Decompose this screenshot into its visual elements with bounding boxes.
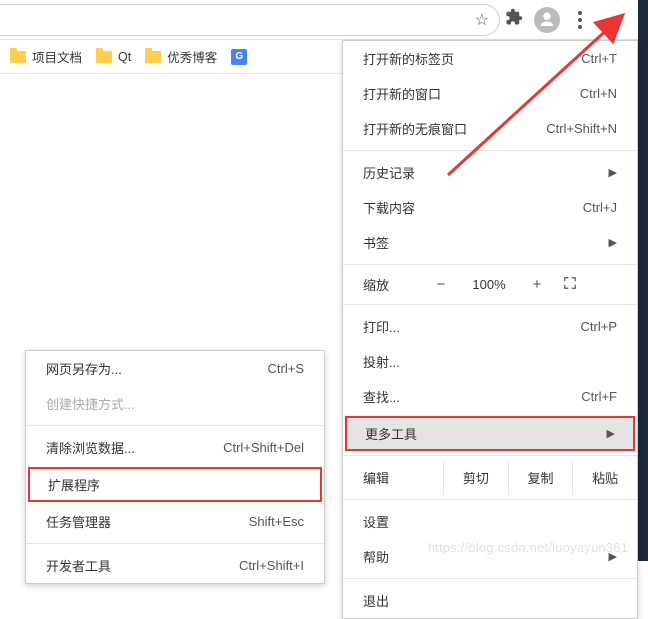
folder-icon xyxy=(96,51,112,63)
menu-label: 创建快捷方式... xyxy=(46,394,135,413)
folder-icon xyxy=(145,51,161,63)
submenu-extensions[interactable]: 扩展程序 xyxy=(28,467,322,502)
menu-shortcut: Ctrl+Shift+N xyxy=(546,121,617,136)
bookmark-label: Qt xyxy=(118,50,131,64)
edit-label: 编辑 xyxy=(343,460,443,495)
menu-label: 更多工具 xyxy=(365,424,417,443)
menu-shortcut: Ctrl+N xyxy=(580,86,617,101)
zoom-in-button[interactable]: + xyxy=(519,276,555,293)
menu-label: 扩展程序 xyxy=(48,475,100,494)
bookmark-folder[interactable]: Qt xyxy=(96,50,131,64)
menu-shortcut: Ctrl+T xyxy=(581,51,617,66)
menu-label: 任务管理器 xyxy=(46,512,111,531)
folder-icon xyxy=(10,51,26,63)
menu-separator xyxy=(343,578,637,579)
zoom-out-button[interactable]: − xyxy=(423,276,459,293)
menu-label: 帮助 xyxy=(363,547,389,566)
menu-shortcut: Ctrl+Shift+I xyxy=(239,558,304,573)
bookmark-label: 项目文档 xyxy=(32,47,82,66)
menu-new-tab[interactable]: 打开新的标签页 Ctrl+T xyxy=(343,41,637,76)
menu-separator xyxy=(343,304,637,305)
menu-zoom-row: 缩放 − 100% + xyxy=(343,269,637,300)
menu-label: 设置 xyxy=(363,512,389,531)
menu-bookmarks[interactable]: 书签 ▶ xyxy=(343,225,637,260)
chevron-right-icon: ▶ xyxy=(609,236,617,249)
menu-label: 开发者工具 xyxy=(46,556,111,575)
menu-shortcut: Shift+Esc xyxy=(249,514,304,529)
menu-label: 网页另存为... xyxy=(46,359,122,378)
menu-edit-row: 编辑 剪切 复制 粘贴 xyxy=(343,460,637,495)
menu-downloads[interactable]: 下载内容 Ctrl+J xyxy=(343,190,637,225)
window-edge xyxy=(638,0,648,561)
menu-label: 打开新的窗口 xyxy=(363,84,441,103)
menu-print[interactable]: 打印... Ctrl+P xyxy=(343,309,637,344)
chevron-right-icon: ▶ xyxy=(607,427,615,440)
menu-button-icon[interactable] xyxy=(566,11,594,29)
menu-more-tools[interactable]: 更多工具 ▶ xyxy=(345,416,635,451)
menu-shortcut: Ctrl+Shift+Del xyxy=(223,440,304,455)
menu-incognito[interactable]: 打开新的无痕窗口 Ctrl+Shift+N xyxy=(343,111,637,146)
more-tools-submenu: 网页另存为... Ctrl+S 创建快捷方式... 清除浏览数据... Ctrl… xyxy=(25,350,325,584)
menu-shortcut: Ctrl+J xyxy=(583,200,617,215)
menu-separator xyxy=(343,150,637,151)
submenu-create-shortcut: 创建快捷方式... xyxy=(26,386,324,421)
menu-label: 打开新的标签页 xyxy=(363,49,454,68)
submenu-task-manager[interactable]: 任务管理器 Shift+Esc xyxy=(26,504,324,539)
menu-help[interactable]: 帮助 ▶ xyxy=(343,539,637,574)
menu-label: 历史记录 xyxy=(363,163,415,182)
menu-exit[interactable]: 退出 xyxy=(343,583,637,618)
address-bar-tail[interactable]: ☆ xyxy=(0,4,500,36)
menu-label: 清除浏览数据... xyxy=(46,438,135,457)
menu-shortcut: Ctrl+F xyxy=(581,389,617,404)
zoom-label: 缩放 xyxy=(363,275,423,294)
menu-label: 退出 xyxy=(363,591,389,610)
edit-paste-button[interactable]: 粘贴 xyxy=(572,460,637,495)
bookmark-folder[interactable]: 优秀博客 xyxy=(145,47,217,66)
profile-avatar-icon[interactable] xyxy=(534,7,560,33)
submenu-save-as[interactable]: 网页另存为... Ctrl+S xyxy=(26,351,324,386)
menu-history[interactable]: 历史记录 ▶ xyxy=(343,155,637,190)
menu-label: 打印... xyxy=(363,317,400,336)
submenu-clear-data[interactable]: 清除浏览数据... Ctrl+Shift+Del xyxy=(26,430,324,465)
zoom-value: 100% xyxy=(459,277,519,292)
submenu-dev-tools[interactable]: 开发者工具 Ctrl+Shift+I xyxy=(26,548,324,583)
browser-toolbar: ☆ xyxy=(0,0,638,40)
bookmark-label: 优秀博客 xyxy=(167,47,217,66)
bookmark-translate[interactable]: G xyxy=(231,49,247,65)
menu-separator xyxy=(343,455,637,456)
fullscreen-icon[interactable] xyxy=(555,276,585,293)
google-translate-icon: G xyxy=(231,49,247,65)
edit-cut-button[interactable]: 剪切 xyxy=(443,460,508,495)
bookmark-star-icon[interactable]: ☆ xyxy=(475,10,489,30)
chrome-main-menu: 打开新的标签页 Ctrl+T 打开新的窗口 Ctrl+N 打开新的无痕窗口 Ct… xyxy=(342,40,638,619)
menu-shortcut: Ctrl+S xyxy=(268,361,304,376)
menu-separator xyxy=(343,264,637,265)
menu-separator xyxy=(26,543,324,544)
menu-cast[interactable]: 投射... xyxy=(343,344,637,379)
menu-separator xyxy=(26,425,324,426)
menu-new-window[interactable]: 打开新的窗口 Ctrl+N xyxy=(343,76,637,111)
menu-label: 查找... xyxy=(363,387,400,406)
menu-find[interactable]: 查找... Ctrl+F xyxy=(343,379,637,414)
menu-label: 书签 xyxy=(363,233,389,252)
menu-separator xyxy=(343,499,637,500)
menu-label: 投射... xyxy=(363,352,400,371)
menu-label: 打开新的无痕窗口 xyxy=(363,119,467,138)
menu-settings[interactable]: 设置 xyxy=(343,504,637,539)
menu-label: 下载内容 xyxy=(363,198,415,217)
extensions-puzzle-icon[interactable] xyxy=(500,8,528,31)
bookmark-folder[interactable]: 项目文档 xyxy=(10,47,82,66)
menu-shortcut: Ctrl+P xyxy=(581,319,617,334)
chevron-right-icon: ▶ xyxy=(609,550,617,563)
chevron-right-icon: ▶ xyxy=(609,166,617,179)
edit-copy-button[interactable]: 复制 xyxy=(508,460,573,495)
